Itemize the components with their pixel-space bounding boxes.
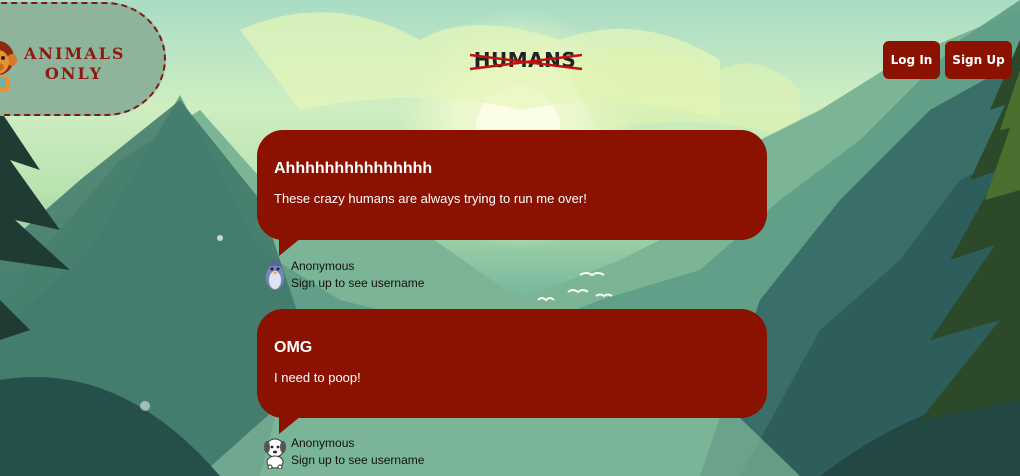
strike-through-mark [469,53,583,71]
dog-icon [264,438,286,469]
logo-text-line1: ANIMALS [24,44,126,63]
post-author: Anonymous Sign up to see username [263,258,424,294]
post-card: OMG I need to poop! Anonymous Sign up to… [257,309,767,469]
post-body: These crazy humans are always trying to … [274,191,587,206]
logo-text: ANIMALS ONLY [24,44,124,84]
monkey-icon [0,41,17,92]
post-title: OMG [274,339,313,356]
signup-button[interactable]: Sign Up [945,41,1012,79]
page: ANIMALS ONLY HUMANS Log In Sign Up Ahhhh… [0,0,1020,476]
author-note[interactable]: Sign up to see username [291,452,424,469]
logo-text-line2: ONLY [44,64,104,83]
post-author: Anonymous Sign up to see username [263,435,424,471]
login-button[interactable]: Log In [883,41,940,79]
post-title: Ahhhhhhhhhhhhhhh [274,160,433,177]
author-note[interactable]: Sign up to see username [291,275,424,292]
bubble-tail [279,238,301,256]
author-name: Anonymous [291,436,355,450]
post-bubble: OMG I need to poop! [257,309,767,434]
post-body: I need to poop! [274,370,361,385]
author-name: Anonymous [291,259,355,273]
post-card: Ahhhhhhhhhhhhhhh These crazy humans are … [257,130,767,290]
logo-badge[interactable]: ANIMALS ONLY [0,2,166,116]
post-bubble: Ahhhhhhhhhhhhhhh These crazy humans are … [257,130,767,256]
penguin-icon [266,259,284,290]
bubble-tail [279,416,301,434]
